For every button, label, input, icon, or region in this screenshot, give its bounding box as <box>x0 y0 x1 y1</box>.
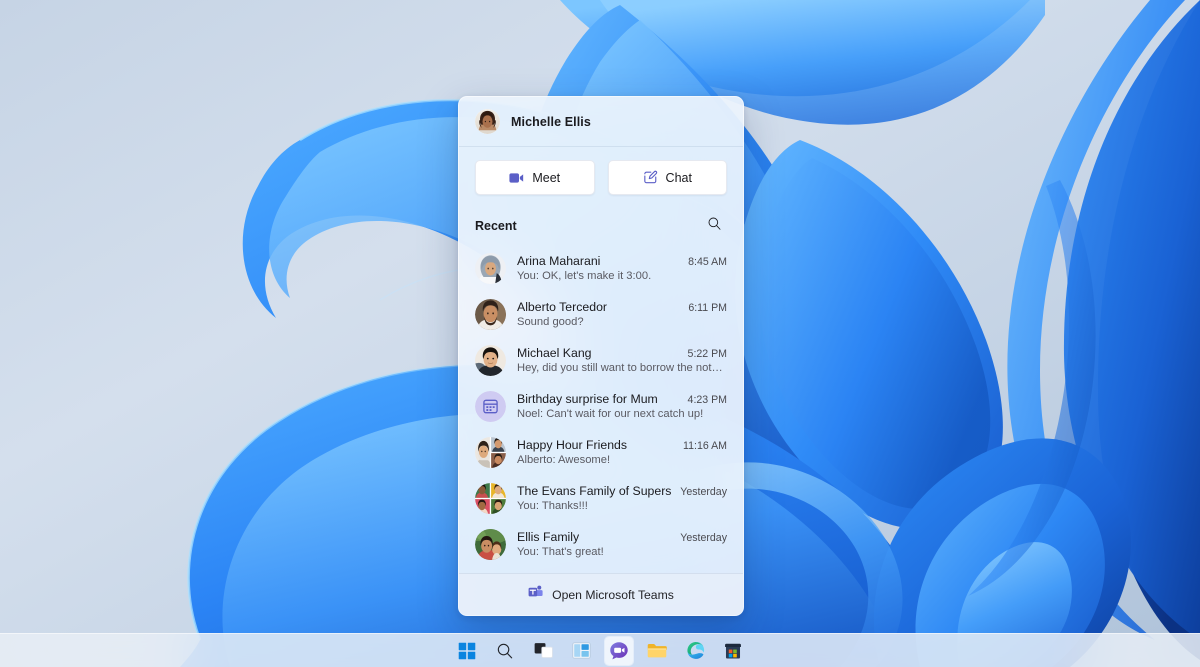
task-view-button[interactable] <box>529 637 557 665</box>
microsoft-store-button[interactable] <box>719 637 747 665</box>
recent-section-header: Recent <box>459 199 743 245</box>
list-item-texts: Birthday surprise for Mum 4:23 PM Noel: … <box>517 392 727 420</box>
chat-preview: Sound good? <box>517 316 727 328</box>
microsoft-teams-icon <box>528 585 543 604</box>
ellis-family-avatar <box>475 529 506 560</box>
chat-name: Ellis Family <box>517 530 579 544</box>
header-user-name: Michelle Ellis <box>511 115 591 129</box>
list-item[interactable]: Michael Kang 5:22 PM Hey, did you still … <box>467 337 735 383</box>
open-microsoft-teams-button[interactable]: Open Microsoft Teams <box>459 573 743 615</box>
chat-button[interactable]: Chat <box>608 160 728 195</box>
alberto-tercedor-avatar <box>475 299 506 330</box>
chat-teams-button[interactable] <box>605 637 633 665</box>
task-view-icon <box>534 642 553 659</box>
chat-time: 5:22 PM <box>688 348 727 360</box>
chat-name: Michael Kang <box>517 346 592 360</box>
list-item[interactable]: Ellis Family Yesterday You: That's great… <box>467 521 735 567</box>
taskbar-items <box>453 637 747 665</box>
list-item[interactable]: Birthday surprise for Mum 4:23 PM Noel: … <box>467 383 735 429</box>
list-item[interactable]: The Evans Family of Supers Yesterday You… <box>467 475 735 521</box>
chat-time: Yesterday <box>680 532 727 544</box>
panel-actions: Meet Chat <box>459 147 743 199</box>
chat-preview: You: That's great! <box>517 546 727 558</box>
chat-time: 11:16 AM <box>683 440 727 452</box>
search-icon <box>707 216 722 236</box>
chat-name: Happy Hour Friends <box>517 438 627 452</box>
recent-title: Recent <box>475 219 517 233</box>
chat-preview: You: OK, let's make it 3:00. <box>517 270 727 282</box>
chat-name: Alberto Tercedor <box>517 300 607 314</box>
calendar-group-icon <box>475 391 506 422</box>
search-icon <box>496 642 514 660</box>
folder-icon <box>647 642 667 659</box>
panel-header: Michelle Ellis <box>459 97 743 147</box>
chat-preview: You: Thanks!!! <box>517 500 727 512</box>
chat-time: Yesterday <box>680 486 727 498</box>
teams-chat-flyout-panel: Michelle Ellis Meet <box>458 96 744 616</box>
video-camera-icon <box>509 172 524 184</box>
search-button[interactable] <box>491 637 519 665</box>
edge-icon <box>686 641 705 660</box>
start-button[interactable] <box>453 637 481 665</box>
chat-button-label: Chat <box>666 171 692 185</box>
file-explorer-button[interactable] <box>643 637 671 665</box>
list-item-texts: Alberto Tercedor 6:11 PM Sound good? <box>517 300 727 328</box>
desktop-screen: Michelle Ellis Meet <box>0 0 1200 667</box>
list-item-texts: Arina Maharani 8:45 AM You: OK, let's ma… <box>517 254 727 282</box>
chat-preview: Hey, did you still want to borrow the no… <box>517 362 727 374</box>
meet-button-label: Meet <box>532 171 560 185</box>
list-item-texts: The Evans Family of Supers Yesterday You… <box>517 484 727 512</box>
edge-button[interactable] <box>681 637 709 665</box>
taskbar <box>0 633 1200 667</box>
open-teams-label: Open Microsoft Teams <box>552 588 674 602</box>
chat-preview: Noel: Can't wait for our next catch up! <box>517 408 727 420</box>
teams-chat-icon <box>609 641 629 661</box>
list-item[interactable]: Arina Maharani 8:45 AM You: OK, let's ma… <box>467 245 735 291</box>
widgets-button[interactable] <box>567 637 595 665</box>
store-icon <box>724 642 742 660</box>
chat-name: Arina Maharani <box>517 254 600 268</box>
recent-chats-list[interactable]: Arina Maharani 8:45 AM You: OK, let's ma… <box>459 245 743 573</box>
chat-name: The Evans Family of Supers <box>517 484 671 498</box>
compose-chat-icon <box>643 170 658 185</box>
evans-family-group-avatar <box>475 483 506 514</box>
list-item[interactable]: Alberto Tercedor 6:11 PM Sound good? <box>467 291 735 337</box>
windows-start-icon <box>458 642 476 660</box>
chat-time: 6:11 PM <box>688 302 727 314</box>
arina-maharani-avatar <box>475 253 506 284</box>
meet-button[interactable]: Meet <box>475 160 595 195</box>
chat-time: 4:23 PM <box>688 394 727 406</box>
list-item-texts: Michael Kang 5:22 PM Hey, did you still … <box>517 346 727 374</box>
list-item[interactable]: Happy Hour Friends 11:16 AM Alberto: Awe… <box>467 429 735 475</box>
list-item-texts: Happy Hour Friends 11:16 AM Alberto: Awe… <box>517 438 727 466</box>
michelle-ellis-avatar[interactable] <box>475 109 500 134</box>
michael-kang-avatar <box>475 345 506 376</box>
chat-time: 8:45 AM <box>688 256 727 268</box>
chat-name: Birthday surprise for Mum <box>517 392 658 406</box>
list-item-texts: Ellis Family Yesterday You: That's great… <box>517 530 727 558</box>
chat-preview: Alberto: Awesome! <box>517 454 727 466</box>
widgets-icon <box>572 642 591 659</box>
happy-hour-friends-group-avatar <box>475 437 506 468</box>
search-chats-button[interactable] <box>701 213 727 239</box>
